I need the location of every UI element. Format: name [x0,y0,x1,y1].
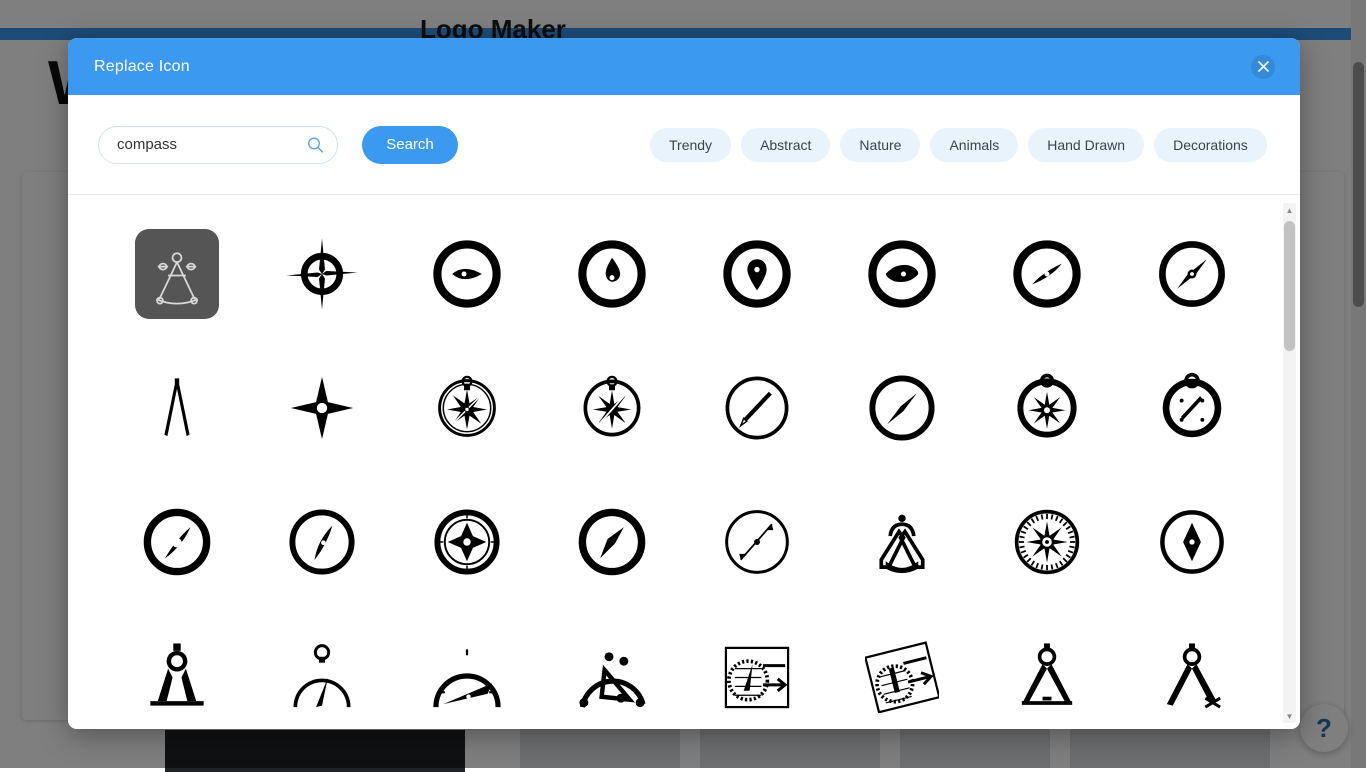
icon-result-18[interactable] [394,475,539,609]
pocket-compass-star-icon [570,363,654,453]
results-scrollbar-thumb[interactable] [1284,221,1295,351]
category-chip-abstract[interactable]: Abstract [741,128,830,162]
compass-rose-ticks-icon [1005,497,1089,587]
icon-result-7[interactable] [1119,207,1264,341]
icon-result-28[interactable] [684,609,829,729]
compass-gauge-dial-icon [425,631,509,721]
pocket-compass-dots-icon [1150,363,1234,453]
icon-result-25[interactable] [249,609,394,729]
icon-result-15[interactable] [1119,341,1264,475]
results-scrollbar[interactable]: ▲ ▼ [1283,203,1296,723]
compass-ring-kite-needle-icon [570,497,654,587]
compass-thin-ring-needle-icon [715,363,799,453]
compass-double-ring-star-icon [425,497,509,587]
icon-result-12[interactable] [684,341,829,475]
category-chip-trendy[interactable]: Trendy [650,128,731,162]
pocket-compass-half-icon [280,631,364,721]
compass-ring-double-needle-icon [1150,229,1234,319]
compass-ring-eye-needle-icon [860,229,944,319]
icon-result-16[interactable] [104,475,249,609]
scroll-down-arrow[interactable]: ▼ [1283,709,1296,723]
compass-ring-slim-needle-icon [280,497,364,587]
compass-ring-leaf-needle-icon [425,229,509,319]
icon-result-2[interactable] [394,207,539,341]
icon-result-26[interactable] [394,609,539,729]
category-chip-decorations[interactable]: Decorations [1154,128,1267,162]
icon-result-21[interactable] [829,475,974,609]
icon-result-8[interactable] [104,341,249,475]
icon-result-23[interactable] [1119,475,1264,609]
icon-result-19[interactable] [539,475,684,609]
compass-ring-pin-needle-icon [715,229,799,319]
icon-result-10[interactable] [394,341,539,475]
compass-ring-lens-needle-icon [135,497,219,587]
icon-result-13[interactable] [829,341,974,475]
icon-result-29[interactable] [829,609,974,729]
icon-results-grid [68,195,1300,729]
icon-result-17[interactable] [249,475,394,609]
search-field-wrapper [98,126,338,164]
category-chip-list: Trendy Abstract Nature Animals Hand Draw… [650,128,1267,162]
compass-dial-arrow-card-icon [715,631,799,721]
compass-crosshair-star-icon [280,229,364,319]
scroll-up-arrow[interactable]: ▲ [1283,203,1296,217]
pocket-compass-eight-point-icon [1005,363,1089,453]
compass-ring-diamond-needle-icon [1150,497,1234,587]
icon-result-20[interactable] [684,475,829,609]
dialog-toolbar: Search Trendy Abstract Nature Animals Ha… [68,95,1300,195]
dialog-title: Replace Icon [94,58,190,76]
compass-divider-stand-icon [135,631,219,721]
icon-result-22[interactable] [974,475,1119,609]
category-chip-animals[interactable]: Animals [930,128,1018,162]
search-button[interactable]: Search [362,126,458,164]
pocket-compass-rose-icon [425,363,509,453]
icon-result-30[interactable] [974,609,1119,729]
compass-ring-droplet-needle-icon [570,229,654,319]
close-icon[interactable] [1251,55,1275,79]
icon-result-5[interactable] [829,207,974,341]
icon-result-3[interactable] [539,207,684,341]
category-chip-hand-drawn[interactable]: Hand Drawn [1028,128,1144,162]
compass-thin-line-needle-icon [715,497,799,587]
compass-ring-arrow-needle-icon [860,363,944,453]
icon-result-27[interactable] [539,609,684,729]
four-point-star-icon [280,363,364,453]
replace-icon-dialog: Replace Icon Search Trendy Abstract Natu… [68,38,1300,729]
divider-compass-open-icon [1150,631,1234,721]
compass-curve-tool-icon [570,631,654,721]
compass-ring-safari-needle-icon [1005,229,1089,319]
icon-result-14[interactable] [974,341,1119,475]
icon-result-24[interactable] [104,609,249,729]
dialog-header: Replace Icon [68,38,1300,95]
icon-result-0[interactable] [104,207,249,341]
compass-dial-arrow-tilted-icon [860,631,944,721]
icon-result-11[interactable] [539,341,684,475]
icon-results-panel: ▲ ▼ [68,195,1300,729]
search-input[interactable] [98,126,338,164]
divider-compass-triangle-icon [1005,631,1089,721]
category-chip-nature[interactable]: Nature [840,128,920,162]
drafting-compass-outline-icon [135,229,219,319]
divider-compass-icon [135,363,219,453]
icon-result-6[interactable] [974,207,1119,341]
drafting-compass-arc-icon [860,497,944,587]
icon-result-9[interactable] [249,341,394,475]
icon-result-31[interactable] [1119,609,1264,729]
icon-result-4[interactable] [684,207,829,341]
icon-result-1[interactable] [249,207,394,341]
